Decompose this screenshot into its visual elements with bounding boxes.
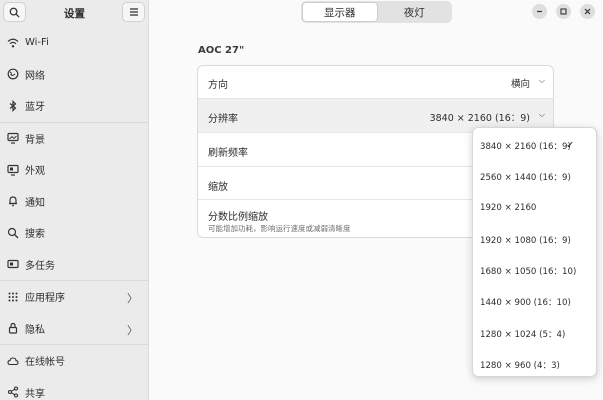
sidebar-item-background[interactable]: 背景	[0, 123, 149, 155]
bell-icon	[7, 195, 19, 207]
sidebar-item-online-accounts[interactable]: 在线帐号	[0, 345, 149, 377]
tab-night-light[interactable]: 夜灯	[378, 2, 452, 22]
sidebar-item-label: 通知	[25, 197, 45, 209]
resolution-option-label: 1280 × 1024 (5：4)	[480, 329, 566, 340]
tab-displays[interactable]: 显示器	[302, 2, 378, 22]
resolution-option-label: 1920 × 2160	[480, 202, 537, 213]
resolution-option[interactable]: 3840 × 2160 (16：9) ✓	[473, 130, 598, 161]
resolution-option[interactable]: 2560 × 1440 (16：9)	[473, 161, 598, 192]
globe-icon	[7, 68, 19, 80]
resolution-option-label: 1920 × 1080 (16：9)	[480, 235, 571, 246]
sidebar-item-label: 网络	[25, 70, 45, 82]
chevron-right-icon: 〉	[127, 292, 138, 305]
chevron-down-icon: ⌵	[538, 110, 545, 119]
minimize-button[interactable]	[532, 4, 547, 19]
sidebar-item-label: 共享	[25, 388, 45, 400]
minimize-icon	[537, 10, 542, 13]
sidebar-list: Wi-Fi 网络 蓝牙 背景 外观 通知 搜索 多任务 应用程序 〉 隐私 〉 …	[0, 27, 149, 400]
sidebar-item-label: 应用程序	[25, 293, 65, 305]
appearance-icon	[7, 164, 19, 176]
sidebar-item-sharing[interactable]: 共享	[0, 377, 149, 400]
sidebar-item-bluetooth[interactable]: 蓝牙	[0, 90, 149, 122]
maximize-icon	[560, 8, 567, 15]
menu-button[interactable]	[122, 2, 145, 22]
lock-icon	[7, 322, 19, 334]
orientation-row[interactable]: 方向 横向 ⌵	[198, 66, 553, 99]
refresh-rate-label: 刷新频率	[208, 148, 248, 159]
bluetooth-icon	[7, 99, 19, 112]
sidebar-header: 设置	[0, 0, 148, 26]
chevron-down-icon: ⌵	[538, 76, 545, 85]
sidebar-item-label: 蓝牙	[25, 102, 45, 114]
resolution-popover: 3840 × 2160 (16：9) ✓ 2560 × 1440 (16：9) …	[472, 127, 597, 377]
wifi-icon	[7, 37, 19, 49]
sidebar-item-label: 隐私	[25, 324, 45, 336]
orientation-value: 横向	[510, 79, 530, 90]
search-icon	[7, 227, 19, 239]
header-bar: 显示器 夜灯	[150, 0, 603, 26]
sidebar-item-label: 在线帐号	[25, 357, 65, 369]
monitor-icon	[7, 132, 19, 144]
resolution-option-label: 2560 × 1440 (16：9)	[480, 172, 571, 183]
chevron-right-icon: 〉	[127, 323, 138, 337]
sidebar: 设置 Wi-Fi 网络 蓝牙 背景 外观 通知 搜索 多任务 应用程序 〉 隐私…	[0, 0, 149, 400]
checkmark-icon: ✓	[566, 140, 575, 151]
fractional-scaling-label: 分数比例缩放	[208, 212, 268, 223]
hamburger-icon	[129, 8, 138, 16]
sidebar-item-label: 搜索	[25, 229, 45, 241]
sidebar-item-search[interactable]: 搜索	[0, 217, 149, 249]
sidebar-item-label: 多任务	[25, 260, 55, 272]
resolution-option-label: 1440 × 900 (16：10)	[480, 297, 571, 308]
close-button[interactable]	[580, 4, 595, 19]
orientation-label: 方向	[208, 80, 228, 91]
sidebar-item-notifications[interactable]: 通知	[0, 186, 149, 218]
view-switcher: 显示器 夜灯	[301, 1, 452, 23]
resolution-option-label: 1280 × 960 (4：3)	[480, 360, 560, 371]
share-icon	[7, 386, 19, 398]
resolution-option[interactable]: 1680 × 1050 (16：10)	[473, 255, 598, 286]
monitor-name: AOC 27"	[198, 45, 245, 56]
close-icon	[584, 8, 591, 15]
resolution-value: 3840 × 2160 (16：9)	[429, 113, 530, 124]
fractional-scaling-description: 可能增加功耗，影响运行速度或减弱清晰度	[208, 224, 351, 233]
scale-label: 缩放	[208, 182, 228, 193]
apps-grid-icon	[7, 291, 19, 303]
sidebar-item-privacy[interactable]: 隐私 〉	[0, 313, 149, 345]
maximize-button[interactable]	[556, 4, 571, 19]
resolution-option-label: 1680 × 1050 (16：10)	[480, 266, 577, 277]
sidebar-item-network[interactable]: 网络	[0, 59, 149, 91]
sidebar-item-label: Wi-Fi	[25, 37, 49, 49]
resolution-option[interactable]: 1280 × 960 (4：3)	[473, 349, 598, 380]
resolution-option-label: 3840 × 2160 (16：9)	[480, 141, 571, 152]
resolution-option[interactable]: 1440 × 900 (16：10)	[473, 286, 598, 317]
sidebar-item-label: 背景	[25, 134, 45, 146]
multitask-icon	[7, 258, 19, 270]
resolution-option[interactable]: 1280 × 1024 (5：4)	[473, 318, 598, 349]
sidebar-item-apps[interactable]: 应用程序 〉	[0, 281, 149, 313]
resolution-option[interactable]: 1920 × 1080 (16：9)	[473, 224, 598, 255]
sidebar-item-label: 外观	[25, 166, 45, 178]
resolution-option[interactable]: 1920 × 2160	[473, 192, 598, 223]
sidebar-item-wifi[interactable]: Wi-Fi	[0, 27, 149, 59]
sidebar-item-multitasking[interactable]: 多任务	[0, 249, 149, 281]
sidebar-item-appearance[interactable]: 外观	[0, 154, 149, 186]
cloud-icon	[7, 355, 19, 367]
resolution-label: 分辨率	[208, 114, 238, 125]
